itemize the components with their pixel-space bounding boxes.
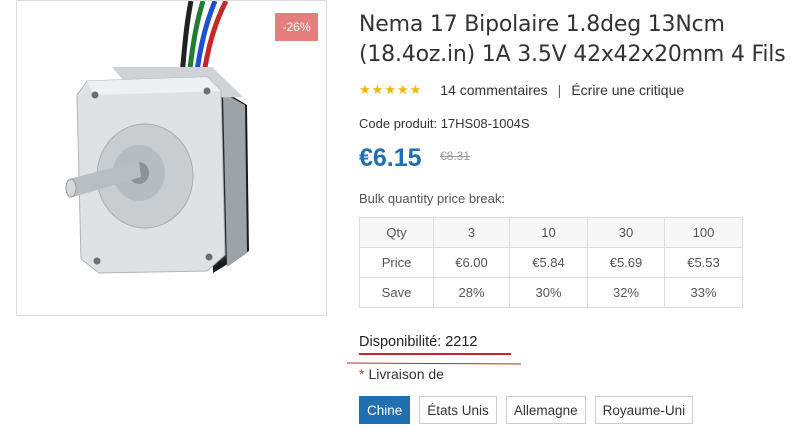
bulk-price-table: Qty 3 10 30 100 Price €6.00 €5.84 €5.69 … — [359, 217, 743, 308]
star-icon: ★ — [371, 82, 384, 97]
star-icon: ★ — [396, 82, 409, 97]
star-icon: ★ — [384, 82, 396, 97]
required-marker: * — [359, 366, 365, 382]
table-cell: 32% — [587, 277, 665, 308]
country-option-usa[interactable]: États Unis — [419, 396, 497, 424]
product-code: Code produit: 17HS08-1004S — [359, 116, 530, 131]
write-review-link[interactable]: Écrire une critique — [571, 82, 684, 98]
table-cell: €5.69 — [587, 247, 665, 278]
table-cell: Save — [359, 277, 434, 308]
table-cell: Qty — [359, 217, 434, 248]
product-title: Nema 17 Bipolaire 1.8deg 13Ncm (18.4oz.i… — [359, 12, 786, 67]
annotation-underline — [346, 362, 522, 365]
product-code-value: 17HS08-1004S — [440, 116, 530, 131]
bulk-price-label: Bulk quantity price break: — [359, 191, 505, 206]
product-code-label: Code produit: — [359, 116, 438, 131]
table-cell: 30 — [587, 217, 665, 248]
stepper-motor-image — [65, 1, 249, 274]
table-cell: €5.53 — [664, 247, 743, 278]
availability: Disponibilité: 2212 — [359, 334, 511, 355]
shipping-label-text: Livraison de — [368, 366, 444, 382]
table-row: Qty 3 10 30 100 — [359, 217, 743, 248]
table-cell: 28% — [433, 277, 510, 308]
old-price: €8.31 — [440, 149, 471, 163]
rating-row: ★ ★ ★ ★ ★ 14 commentaires | Écrire une c… — [359, 80, 684, 100]
table-cell: 100 — [664, 217, 743, 248]
discount-badge: -26% — [275, 13, 318, 41]
table-cell: 33% — [664, 277, 743, 308]
table-cell: 10 — [509, 217, 588, 248]
table-cell: 3 — [433, 217, 510, 248]
price: €6.15 — [359, 144, 422, 172]
table-row: Price €6.00 €5.84 €5.69 €5.53 — [359, 247, 743, 278]
reviews-link[interactable]: 14 commentaires — [440, 82, 547, 98]
table-cell: €6.00 — [433, 247, 510, 278]
country-option-germany[interactable]: Allemagne — [505, 396, 586, 424]
separator: | — [557, 82, 562, 98]
ship-from-options: Chine États Unis Allemagne Royaume-Uni — [359, 396, 694, 424]
table-cell: Price — [359, 247, 434, 278]
country-option-uk[interactable]: Royaume-Uni — [594, 396, 694, 424]
rating-stars: ★ ★ ★ ★ ★ — [359, 83, 421, 97]
product-image[interactable]: -26% — [16, 0, 327, 316]
star-icon: ★ — [359, 82, 371, 97]
star-icon: ★ — [409, 82, 422, 97]
shipping-label: * Livraison de — [359, 366, 444, 382]
country-option-china[interactable]: Chine — [359, 396, 411, 424]
table-cell: 30% — [509, 277, 588, 308]
table-cell: €5.84 — [509, 247, 588, 278]
table-row: Save 28% 30% 32% 33% — [359, 277, 743, 308]
